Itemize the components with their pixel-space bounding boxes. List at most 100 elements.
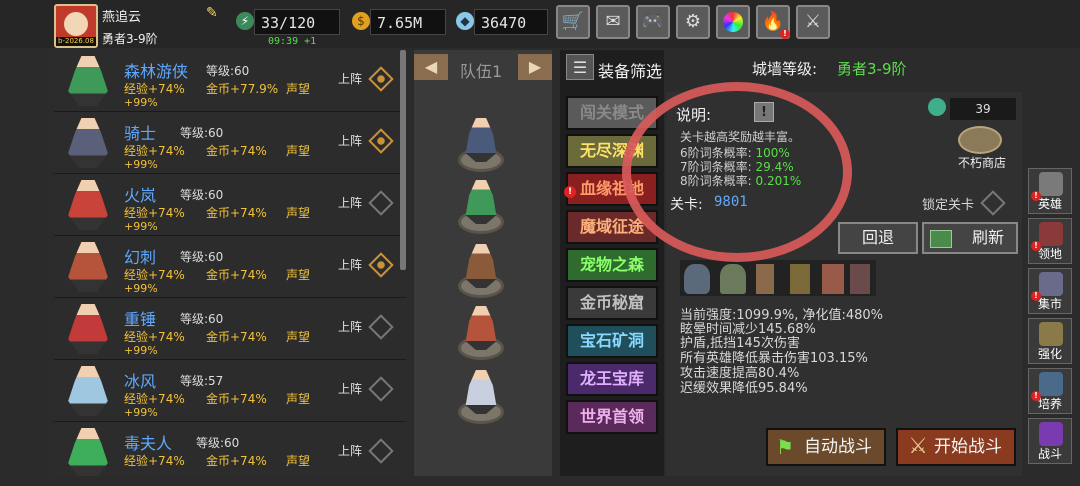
- side-menu-icon: [1039, 422, 1063, 446]
- deploy-button[interactable]: 上阵: [338, 256, 362, 273]
- player-name: 燕追云: [102, 10, 142, 25]
- video-icon: [930, 230, 952, 248]
- filter-menu-icon[interactable]: ☰: [566, 54, 594, 80]
- deploy-toggle[interactable]: [368, 128, 394, 154]
- immortal-shop-label[interactable]: 不朽商店: [958, 154, 1006, 171]
- hero-exp-bonus: 经验+74%: [124, 268, 185, 282]
- alert-badge-icon: !: [1031, 241, 1041, 251]
- hero-row[interactable]: 骑士 等级:60 经验+74% 金币+74% 声望 +99% 上阵: [54, 112, 406, 174]
- hero-exp-bonus: 经验+74%: [124, 144, 185, 158]
- enemy-sprite: [822, 264, 844, 294]
- equipment-filter-label[interactable]: 装备筛选: [598, 58, 662, 82]
- gamepad-button[interactable]: 🎮: [636, 5, 670, 39]
- hero-fame-percent: +99%: [124, 220, 158, 233]
- alert-badge-icon: !: [1031, 291, 1041, 301]
- bonfire-button[interactable]: 🔥!: [756, 5, 790, 39]
- hero-exp-bonus: 经验+74%: [124, 392, 185, 406]
- color-wheel-button[interactable]: [716, 5, 750, 39]
- hero-name: 重锤: [124, 310, 157, 329]
- deploy-toggle[interactable]: [368, 376, 394, 402]
- edit-name-icon[interactable]: ✎: [206, 6, 220, 20]
- hero-name: 森林游侠: [124, 62, 189, 81]
- mail-icon: ✉: [605, 11, 621, 32]
- hero-exp-bonus: 经验+74%: [124, 206, 185, 220]
- shop-cart-button[interactable]: 🛒: [556, 5, 590, 39]
- lock-stage-label: 锁定关卡: [922, 198, 975, 213]
- immortal-shop-icon[interactable]: [958, 126, 1002, 154]
- hero-fame-bonus: 声望: [286, 454, 311, 468]
- deploy-button[interactable]: 上阵: [338, 442, 362, 459]
- hero-row[interactable]: 森林游侠 等级:60 经验+74% 金币+77.9% 声望 +99% 上阵: [54, 50, 406, 112]
- side-menu-item[interactable]: 战斗: [1028, 418, 1072, 464]
- side-menu-item[interactable]: 强化: [1028, 318, 1072, 364]
- hero-level: 等级:60: [180, 312, 224, 326]
- deploy-toggle[interactable]: [368, 314, 394, 340]
- refresh-button[interactable]: 刷新: [922, 222, 1018, 254]
- hero-exp-bonus: 经验+74%: [124, 330, 185, 344]
- hero-level: 等级:60: [180, 188, 224, 202]
- crossed-swords-button[interactable]: ⚔: [796, 5, 830, 39]
- deploy-button[interactable]: 上阵: [338, 70, 362, 87]
- deploy-button[interactable]: 上阵: [338, 318, 362, 335]
- hero-level: 等级:60: [180, 250, 224, 264]
- hero-list-scrollbar[interactable]: [400, 50, 406, 270]
- avatar-face: [64, 12, 88, 36]
- mail-button[interactable]: ✉: [596, 5, 630, 39]
- start-battle-button[interactable]: ⚔ 开始战斗: [896, 428, 1016, 466]
- hero-name: 冰风: [124, 372, 157, 391]
- team-next-arrow[interactable]: ▶: [518, 54, 552, 80]
- hero-list[interactable]: 森林游侠 等级:60 经验+74% 金币+77.9% 声望 +99% 上阵 骑士 等级:60 经验…: [54, 50, 406, 476]
- avatar-tag: b-2026.08: [56, 37, 96, 46]
- team-label: 队伍1: [460, 62, 503, 81]
- mode-button[interactable]: 龙王宝库: [566, 362, 658, 396]
- hero-row[interactable]: 重锤 等级:60 经验+74% 金币+74% 声望 +99% 上阵: [54, 298, 406, 360]
- hero-fame-percent: +99%: [124, 96, 158, 109]
- hero-fame-bonus: 声望: [286, 82, 311, 96]
- settings-button[interactable]: ⚙: [676, 5, 710, 39]
- player-avatar[interactable]: b-2026.08: [54, 4, 98, 48]
- deploy-toggle[interactable]: [368, 252, 394, 278]
- hero-exp-bonus: 经验+74%: [124, 82, 185, 96]
- hero-level: 等级:60: [196, 436, 240, 450]
- auto-battle-button[interactable]: ⚑ 自动战斗: [766, 428, 886, 466]
- side-menu-icon: [1039, 322, 1063, 346]
- auto-battle-label: 自动战斗: [804, 437, 872, 457]
- mode-button[interactable]: 世界首领: [566, 400, 658, 434]
- hero-name: 幻刺: [124, 248, 157, 267]
- hero-level: 等级:57: [180, 374, 224, 388]
- deploy-button[interactable]: 上阵: [338, 380, 362, 397]
- crossed-swords-icon: ⚔: [804, 11, 822, 32]
- hero-row[interactable]: 幻刺 等级:60 经验+74% 金币+74% 声望 +99% 上阵: [54, 236, 406, 298]
- deploy-toggle[interactable]: [368, 438, 394, 464]
- bonfire-icon: 🔥: [761, 11, 785, 32]
- energy-timer: 09:39 +1: [268, 36, 317, 47]
- deploy-button[interactable]: 上阵: [338, 194, 362, 211]
- deploy-toggle[interactable]: [368, 190, 394, 216]
- hero-row[interactable]: 毒夫人 等级:60 经验+74% 金币+74% 声望 上阵: [54, 422, 406, 476]
- deploy-toggle[interactable]: [368, 66, 394, 92]
- gold-coin-icon: $: [352, 12, 370, 30]
- hero-row[interactable]: 火岚 等级:60 经验+74% 金币+74% 声望 +99% 上阵: [54, 174, 406, 236]
- color-wheel-icon: [723, 12, 743, 32]
- hero-name: 火岚: [124, 186, 157, 205]
- side-menu-icon: [1039, 372, 1063, 396]
- alert-badge-icon: !: [780, 29, 790, 39]
- hero-level: 等级:60: [206, 64, 250, 78]
- mode-button[interactable]: 宝石矿洞: [566, 324, 658, 358]
- side-menu-item[interactable]: 培养!: [1028, 368, 1072, 414]
- back-button[interactable]: 回退: [838, 222, 918, 254]
- hero-row[interactable]: 冰风 等级:57 经验+74% 金币+74% 声望 +99% 上阵: [54, 360, 406, 422]
- side-menu-item[interactable]: 集市!: [1028, 268, 1072, 314]
- side-menu-icon: [1039, 172, 1063, 196]
- mode-button[interactable]: 宠物之森: [566, 248, 658, 282]
- hero-fame-bonus: 声望: [286, 268, 311, 282]
- side-menu-item[interactable]: 英雄!: [1028, 168, 1072, 214]
- side-menu-label: 强化: [1037, 347, 1062, 361]
- hero-fame-bonus: 声望: [286, 206, 311, 220]
- mode-button[interactable]: 金币秘窟: [566, 286, 658, 320]
- side-menu-item[interactable]: 领地!: [1028, 218, 1072, 264]
- team-prev-arrow[interactable]: ◀: [414, 54, 448, 80]
- energy-value: 33/120: [254, 9, 340, 35]
- deploy-button[interactable]: 上阵: [338, 132, 362, 149]
- hero-sprite: [68, 56, 108, 106]
